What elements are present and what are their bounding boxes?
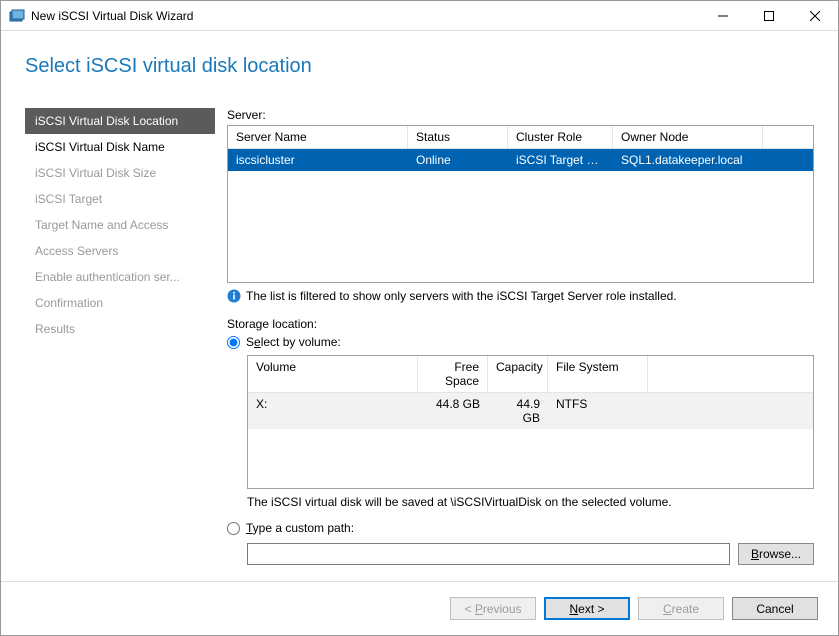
col-volume[interactable]: Volume <box>248 356 418 392</box>
cell-status: Online <box>408 149 508 171</box>
storage-label: Storage location: <box>227 317 814 331</box>
window-title: New iSCSI Virtual Disk Wizard <box>31 9 700 23</box>
step-confirm: Confirmation <box>25 290 215 316</box>
col-cluster-role[interactable]: Cluster Role <box>508 126 613 148</box>
create-button: Create <box>638 597 724 620</box>
custom-path-input <box>247 543 730 565</box>
cell-cluster-role: iSCSI Target Se... <box>508 149 613 171</box>
col-server-name[interactable]: Server Name <box>228 126 408 148</box>
step-target-name: Target Name and Access <box>25 212 215 238</box>
volume-table-header: Volume Free Space Capacity File System <box>248 356 813 393</box>
previous-button: < Previous <box>450 597 536 620</box>
wizard-steps: iSCSI Virtual Disk Location iSCSI Virtua… <box>25 108 215 581</box>
cell-capacity: 44.9 GB <box>488 393 548 429</box>
step-location[interactable]: iSCSI Virtual Disk Location <box>25 108 215 134</box>
col-fs[interactable]: File System <box>548 356 648 392</box>
info-line: The list is filtered to show only server… <box>227 289 814 303</box>
radio-select-by-volume[interactable] <box>227 336 240 349</box>
col-capacity[interactable]: Capacity <box>488 356 548 392</box>
cell-volume: X: <box>248 393 418 429</box>
col-owner-node[interactable]: Owner Node <box>613 126 763 148</box>
step-name[interactable]: iSCSI Virtual Disk Name <box>25 134 215 160</box>
server-label: Server: <box>227 108 814 122</box>
step-size: iSCSI Virtual Disk Size <box>25 160 215 186</box>
wizard-footer: < Previous Next > Create Cancel <box>1 581 838 635</box>
wizard-icon <box>9 8 25 24</box>
save-path-note: The iSCSI virtual disk will be saved at … <box>247 495 814 509</box>
server-table-header: Server Name Status Cluster Role Owner No… <box>228 126 813 149</box>
next-button[interactable]: Next > <box>544 597 630 620</box>
volume-row[interactable]: X: 44.8 GB 44.9 GB NTFS <box>248 393 813 429</box>
server-row[interactable]: iscsicluster Online iSCSI Target Se... S… <box>228 149 813 171</box>
cell-owner-node: SQL1.datakeeper.local <box>613 149 763 171</box>
minimize-button[interactable] <box>700 1 746 31</box>
close-button[interactable] <box>792 1 838 31</box>
radio-custom-path[interactable] <box>227 522 240 535</box>
cell-free: 44.8 GB <box>418 393 488 429</box>
cell-fs: NTFS <box>548 393 648 429</box>
col-status[interactable]: Status <box>408 126 508 148</box>
step-access: Access Servers <box>25 238 215 264</box>
step-auth: Enable authentication ser... <box>25 264 215 290</box>
step-target: iSCSI Target <box>25 186 215 212</box>
page-title: Select iSCSI virtual disk location <box>25 55 814 78</box>
col-free[interactable]: Free Space <box>418 356 488 392</box>
cell-server-name: iscsicluster <box>228 149 408 171</box>
server-table[interactable]: Server Name Status Cluster Role Owner No… <box>227 125 814 283</box>
info-icon <box>227 289 241 303</box>
titlebar: New iSCSI Virtual Disk Wizard <box>1 1 838 31</box>
custom-path-label: Type a custom path: <box>246 521 354 535</box>
info-text: The list is filtered to show only server… <box>246 289 677 303</box>
volume-table[interactable]: Volume Free Space Capacity File System X… <box>247 355 814 489</box>
browse-button[interactable]: Browse... <box>738 543 814 565</box>
step-results: Results <box>25 316 215 342</box>
maximize-button[interactable] <box>746 1 792 31</box>
cancel-button[interactable]: Cancel <box>732 597 818 620</box>
select-by-volume-label: Select by volume: <box>246 335 341 349</box>
